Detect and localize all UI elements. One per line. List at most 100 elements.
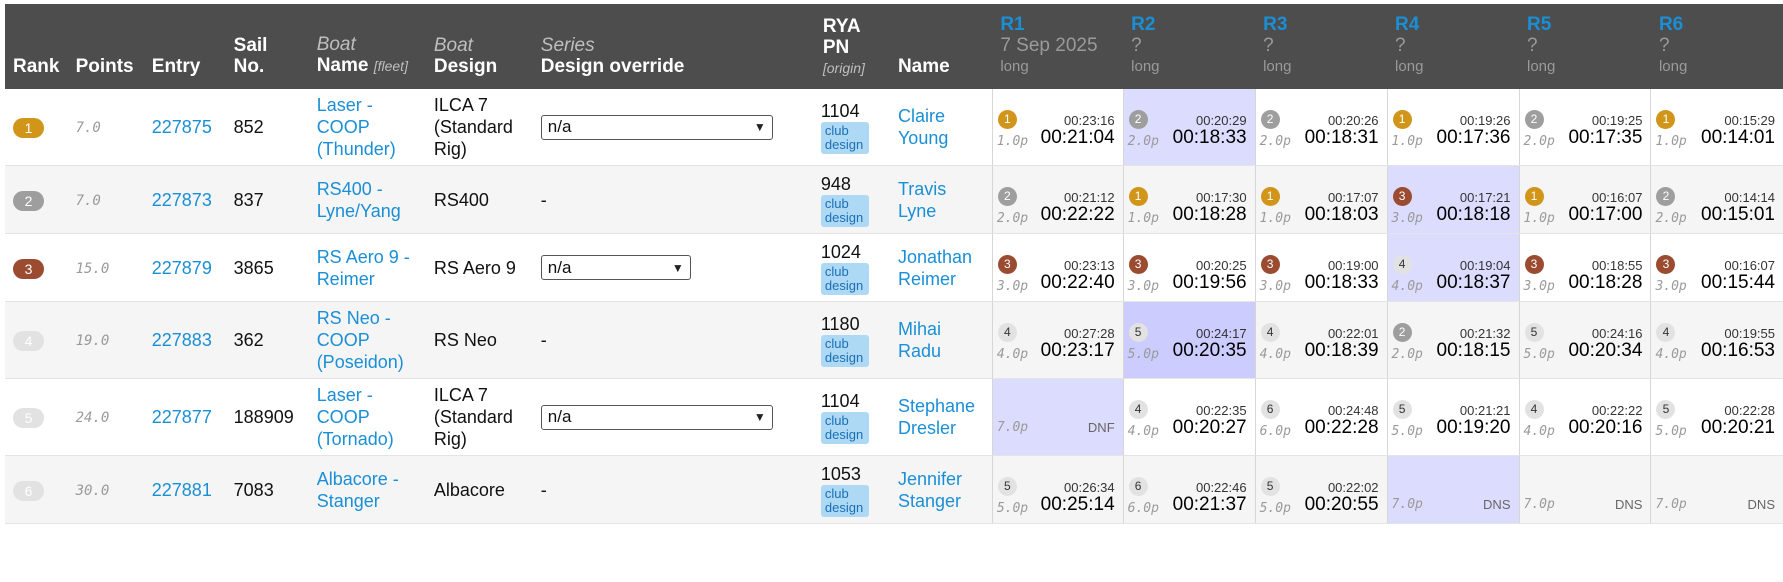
race-result-cell[interactable]: 5 00:21:21 5.0p 00:19:20 [1386,378,1519,456]
race-result-cell[interactable]: 3 00:18:55 3.0p 00:18:28 [1518,233,1651,302]
race-result-cell[interactable]: 5 00:22:28 5.0p 00:20:21 [1650,378,1783,456]
race-result-cell[interactable]: 3 00:20:25 3.0p 00:19:56 [1122,233,1256,302]
col-name[interactable]: Name [889,4,993,89]
pn-cell: 1104 club design [814,378,890,456]
race-result-cell[interactable]: 7.0p DNS [1386,455,1519,524]
boat-name-link[interactable]: Albacore - Stanger [317,469,399,511]
col-race-3[interactable]: R3? long [1255,4,1388,89]
race-result-cell[interactable]: 6 00:22:46 6.0p 00:21:37 [1122,455,1256,524]
race-result-cell[interactable]: 2 00:21:32 2.0p 00:18:15 [1386,301,1519,379]
race-points: 1.0p [1259,211,1291,226]
race-result-cell[interactable]: 4 00:19:55 4.0p 00:16:53 [1650,301,1783,379]
col-design-override[interactable]: Series Design override [532,4,815,89]
race-result-cell[interactable]: 3 00:19:00 3.0p 00:18:33 [1254,233,1388,302]
design-override-select[interactable]: n/a ▼ [540,114,773,140]
col-pn[interactable]: RYA PN [origin] [814,4,890,89]
col-race-4[interactable]: R4? long [1387,4,1519,89]
entry-link[interactable]: 227873 [152,190,212,210]
race-result-cell[interactable]: 5 00:22:02 5.0p 00:20:55 [1254,455,1388,524]
boat-name-link[interactable]: Laser - COOP (Tornado) [317,385,394,449]
boat-name-link[interactable]: Laser - COOP (Thunder) [317,95,396,159]
points-value: 7.0 [75,120,101,136]
race-points: 4.0p [1655,347,1687,362]
sailor-name-link[interactable]: Jonathan Reimer [898,247,972,289]
race-result-cell[interactable]: 3 00:17:21 3.0p 00:18:18 [1386,165,1519,234]
race-position-badge: 2 [1260,110,1280,129]
sailor-name-link[interactable]: Travis Lyne [898,179,946,221]
race-points: 7.0p [1523,497,1555,512]
race-result-cell[interactable]: 4 00:27:28 4.0p 00:23:17 [991,301,1124,379]
race-position-badge: 1 [997,110,1017,129]
col-race-5[interactable]: R5? long [1519,4,1651,89]
race-result-cell[interactable]: 2 00:20:29 2.0p 00:18:33 [1122,89,1256,166]
race-link[interactable]: R4 [1395,14,1509,35]
race-date: ? [1527,35,1538,56]
race-link[interactable]: R2 [1131,14,1245,35]
boat-name-link[interactable]: RS400 - Lyne/Yang [317,179,401,221]
race-result-cell[interactable]: 2 00:19:25 2.0p 00:17:35 [1518,89,1651,166]
sailor-name-link[interactable]: Jennifer Stanger [898,469,962,511]
race-result-cell[interactable]: 2 00:20:26 2.0p 00:18:31 [1254,89,1388,166]
col-points[interactable]: Points [67,4,144,89]
results-body: 1 7.0 227875 852 Laser - COOP (Thunder) ILCA … [5,89,1783,524]
pn-value: 1104 [820,101,860,121]
race-result-cell[interactable]: 3 00:23:13 3.0p 00:22:40 [991,233,1124,302]
col-entry[interactable]: Entry [143,4,226,89]
table-row: 1 7.0 227875 852 Laser - COOP (Thunder) ILCA … [5,89,1783,166]
race-result-cell[interactable]: 6 00:24:48 6.0p 00:22:28 [1254,378,1388,456]
design-override-select[interactable]: n/a ▼ [540,255,691,280]
race-result-cell[interactable]: 5 00:24:16 5.0p 00:20:34 [1518,301,1651,379]
race-result-cell[interactable]: 1 00:16:07 1.0p 00:17:00 [1518,165,1651,234]
design-override-select[interactable]: n/a ▼ [540,404,773,430]
race-result-cell[interactable]: 4 00:22:35 4.0p 00:20:27 [1122,378,1256,456]
race-link[interactable]: R5 [1527,14,1641,35]
col-boat-design[interactable]: Boat Design [425,4,533,89]
sailor-name-link[interactable]: Mihai Radu [898,319,941,361]
table-row: 6 30.0 227881 7083 Albacore - Stanger Albacor… [5,455,1783,524]
race-link[interactable]: R1 [1000,14,1113,35]
race-link[interactable]: R3 [1263,14,1377,35]
race-corrected-time: 00:15:01 [1701,204,1775,225]
race-result-cell[interactable]: 1 00:17:30 1.0p 00:18:28 [1122,165,1256,234]
boat-cell: RS Neo - COOP (Poseidon) [308,301,426,379]
race-points: 2.0p [1259,134,1291,149]
entry-link[interactable]: 227877 [152,407,212,427]
points-cell: 7.0 [67,165,144,234]
race-result-cell[interactable]: 1 00:19:26 1.0p 00:17:36 [1386,89,1519,166]
chevron-down-icon: ▼ [753,410,766,424]
race-result-cell[interactable]: 1 00:23:16 1.0p 00:21:04 [991,89,1124,166]
col-race-6[interactable]: R6? long [1650,4,1783,89]
race-result-cell[interactable]: 4 00:22:22 4.0p 00:20:16 [1518,378,1651,456]
race-points: 4.0p [1523,424,1555,439]
col-race-1[interactable]: R1 7 Sep 2025 long [992,4,1124,89]
sailor-name-link[interactable]: Claire Young [898,106,948,148]
race-result-cell[interactable]: 3 00:16:07 3.0p 00:15:44 [1650,233,1783,302]
col-rank[interactable]: Rank [5,4,68,89]
race-result-cell[interactable]: 7.0p DNS [1650,455,1783,524]
col-sail[interactable]: Sail No. [225,4,309,89]
race-result-cell[interactable]: 7.0p DNS [1518,455,1651,524]
boat-name-link[interactable]: RS Neo - COOP (Poseidon) [317,308,404,372]
col-race-2[interactable]: R2? long [1123,4,1256,89]
boat-name-link[interactable]: RS Aero 9 - Reimer [317,247,410,289]
pn-cell: 948 club design [814,165,890,234]
race-result-cell[interactable]: 2 00:14:14 2.0p 00:15:01 [1650,165,1783,234]
race-result-cell[interactable]: 5 00:24:17 5.0p 00:20:35 [1122,301,1256,379]
entry-link[interactable]: 227879 [152,258,212,278]
race-result-cell[interactable]: 1 00:15:29 1.0p 00:14:01 [1650,89,1783,166]
race-result-cell[interactable]: 2 00:21:12 2.0p 00:22:22 [991,165,1124,234]
race-corrected-time: 00:18:39 [1304,340,1379,361]
race-result-cell[interactable]: 5 00:26:34 5.0p 00:25:14 [991,455,1124,524]
race-result-cell[interactable]: 4 00:19:04 4.0p 00:18:37 [1386,233,1519,302]
entry-link[interactable]: 227883 [152,330,212,350]
boat-cell: RS400 - Lyne/Yang [308,165,426,234]
col-boat-name[interactable]: Boat Name [fleet] [308,4,426,89]
race-result-cell[interactable]: 4 00:22:01 4.0p 00:18:39 [1254,301,1388,379]
sailor-name-link[interactable]: Stephane Dresler [898,396,975,438]
race-result-cell[interactable]: 7.0p DNF [991,378,1124,456]
race-link[interactable]: R6 [1659,14,1773,35]
entry-link[interactable]: 227881 [152,480,212,500]
race-result-cell[interactable]: 1 00:17:07 1.0p 00:18:03 [1254,165,1388,234]
design-cell: RS400 [425,165,533,234]
entry-link[interactable]: 227875 [152,117,212,137]
